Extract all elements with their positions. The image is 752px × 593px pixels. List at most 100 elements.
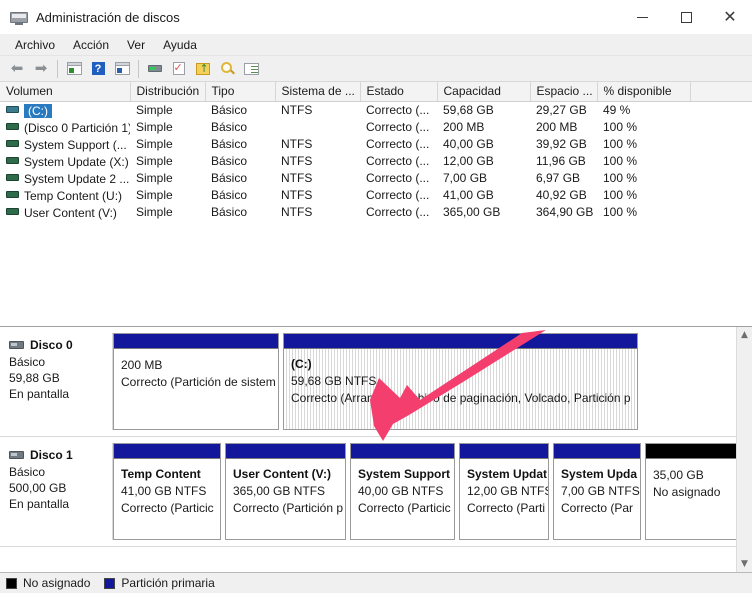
show-action-pane-button[interactable] (110, 58, 134, 80)
toolbar-separator-1 (57, 59, 58, 78)
partition-block[interactable]: System Support 40,00 GB NTFS Correcto (Par… (350, 443, 455, 540)
checklist-button[interactable]: ✓ (167, 58, 191, 80)
scroll-down-icon[interactable]: ▼ (737, 556, 752, 572)
show-hide-console-tree-icon (66, 60, 83, 77)
volume-list-header-row: Volumen Distribución Tipo Sistema de ... Est… (0, 82, 752, 102)
volume-name-cell[interactable]: System Update 2 ... (0, 170, 130, 187)
disk-properties-button[interactable] (143, 58, 167, 80)
partition-size: 12,00 GB NTFS (467, 484, 548, 498)
partition-strip: 200 MB Correcto (Partición de sistem (C:) 5… (113, 333, 752, 430)
partition-size: 40,00 GB NTFS (358, 484, 444, 498)
table-row[interactable]: System Support (... Simple Básico NTFS Corre… (0, 136, 752, 153)
table-row[interactable]: User Content (V:) Simple Básico NTFS Correct… (0, 204, 752, 221)
spacer-cell (690, 119, 752, 136)
percent-free-cell: 100 % (603, 120, 638, 134)
capacity-cell: 59,68 GB (443, 103, 494, 118)
volume-column-header-5[interactable]: Capacidad (437, 82, 531, 102)
menu-accion[interactable]: Acción (64, 36, 118, 54)
partition-block[interactable]: User Content (V:) 365,00 GB NTFS Correcto … (225, 443, 346, 540)
partition-block[interactable]: 35,00 GB No asignado (645, 443, 742, 540)
status-cell: Correcto (... (366, 137, 430, 151)
disk-row: Disco 1 Básico 500,00 GB En pantalla Temp Co… (0, 437, 752, 547)
disk-management-icon (10, 9, 28, 25)
volume-name-cell[interactable]: System Support (... (0, 136, 130, 153)
spacer-cell (690, 102, 752, 119)
status-cell: Correcto (... (366, 120, 430, 134)
partition-title: System Updat (467, 467, 548, 481)
table-row[interactable]: System Update 2 ... Simple Básico NTFS Corre… (0, 170, 752, 187)
table-row[interactable]: System Update (X:) Simple Básico NTFS Correc… (0, 153, 752, 170)
maximize-button[interactable] (664, 0, 708, 34)
menu-archivo[interactable]: Archivo (6, 36, 64, 54)
volume-column-header-6[interactable]: Espacio ... (530, 82, 598, 102)
volume-name-cell[interactable]: Temp Content (U:) (0, 187, 130, 204)
forward-button[interactable]: ➡ (29, 58, 53, 80)
maximize-icon (680, 11, 692, 23)
volume-column-header-4[interactable]: Estado (360, 82, 438, 102)
menu-ayuda[interactable]: Ayuda (154, 36, 206, 54)
help-button[interactable]: ? (86, 58, 110, 80)
free-space-cell: 39,92 GB (536, 137, 587, 151)
details-list-button[interactable] (239, 58, 263, 80)
legend-swatch-unallocated (6, 577, 17, 589)
volume-column-header-0[interactable]: Volumen (0, 82, 131, 102)
partition-block[interactable]: System Updat 12,00 GB NTFS Correcto (Parti (459, 443, 549, 540)
show-hide-console-tree-button[interactable] (62, 58, 86, 80)
checklist-icon: ✓ (172, 61, 185, 75)
status-cell: Correcto (... (366, 205, 430, 219)
volume-label: System Support (... (24, 137, 127, 152)
table-row[interactable]: (Disco 0 Partición 1) Simple Básico Correct… (0, 119, 752, 136)
partition-block[interactable]: Temp Content 41,00 GB NTFS Correcto (Parti… (113, 443, 221, 540)
table-row[interactable]: (C:) Simple Básico NTFS Correcto (... 59,68 G… (0, 102, 752, 119)
free-space-cell: 11,96 GB (536, 154, 586, 168)
capacity-cell: 365,00 GB (443, 205, 501, 219)
capacity-cell: 7,00 GB (443, 171, 488, 185)
partition-size: 7,00 GB NTFS (561, 484, 640, 498)
volume-column-header-3[interactable]: Sistema de ... (275, 82, 361, 102)
partition-block[interactable]: 200 MB Correcto (Partición de sistem (113, 333, 279, 430)
capacity-cell: 12,00 GB (443, 154, 494, 168)
partition-size: 35,00 GB (653, 468, 704, 482)
volume-name-cell[interactable]: User Content (V:) (0, 204, 130, 221)
volume-column-header-1[interactable]: Distribución (130, 82, 206, 102)
minimize-button[interactable] (620, 0, 664, 34)
partition-strip: Temp Content 41,00 GB NTFS Correcto (Parti… (113, 443, 752, 540)
disk-type: Básico (9, 355, 46, 369)
partition-block[interactable]: (C:) 59,68 GB NTFS Correcto (Arranque, Arc… (283, 333, 638, 430)
volume-icon (6, 139, 19, 147)
menu-ver[interactable]: Ver (118, 36, 154, 54)
disk-info-panel[interactable]: Disco 1 Básico 500,00 GB En pantalla (0, 443, 113, 540)
table-row[interactable]: Temp Content (U:) Simple Básico NTFS Correct… (0, 187, 752, 204)
type-cell: Básico (211, 171, 248, 185)
back-icon: ⬅ (10, 59, 24, 77)
scroll-up-icon[interactable]: ▲ (737, 327, 752, 343)
disk-graphic-pane: Disco 0 Básico 59,88 GB En pantalla 200 MB Co… (0, 327, 752, 572)
volume-icon (6, 122, 19, 130)
magnifier-button[interactable] (215, 58, 239, 80)
graphic-pane-vertical-scrollbar[interactable]: ▲ ▼ (736, 327, 752, 572)
partition-color-bar (460, 444, 548, 459)
back-button[interactable]: ⬅ (5, 58, 29, 80)
volume-column-header-2[interactable]: Tipo (205, 82, 276, 102)
volume-name-cell[interactable]: (C:) (0, 102, 130, 119)
layout-cell: Simple (136, 171, 173, 185)
volume-column-header-8[interactable] (690, 82, 752, 102)
partition-status: Correcto (Par (561, 501, 634, 515)
partition-title: (C:) (291, 357, 312, 371)
partition-title: System Support (358, 467, 451, 481)
volume-list-pane: Volumen Distribución Tipo Sistema de ... Est… (0, 82, 752, 327)
partition-status: Correcto (Arranque, Archivo de paginació… (291, 391, 631, 405)
status-cell: Correcto (... (366, 154, 430, 168)
volume-column-header-7[interactable]: % disponible (597, 82, 691, 102)
partition-block[interactable]: System Upda 7,00 GB NTFS Correcto (Par (553, 443, 641, 540)
export-list-button[interactable]: ↑ (191, 58, 215, 80)
free-space-cell: 364,90 GB (536, 205, 594, 219)
disk-info-panel[interactable]: Disco 0 Básico 59,88 GB En pantalla (0, 333, 113, 430)
close-button[interactable]: ✕ (708, 0, 752, 34)
toolbar: ⬅ ➡ ? ✓ ↑ (0, 56, 752, 82)
volume-name-cell[interactable]: System Update (X:) (0, 153, 130, 170)
disk-name: Disco 1 (30, 448, 73, 462)
layout-cell: Simple (136, 120, 173, 134)
partition-status: Correcto (Particic (121, 501, 214, 515)
volume-name-cell[interactable]: (Disco 0 Partición 1) (0, 119, 130, 136)
